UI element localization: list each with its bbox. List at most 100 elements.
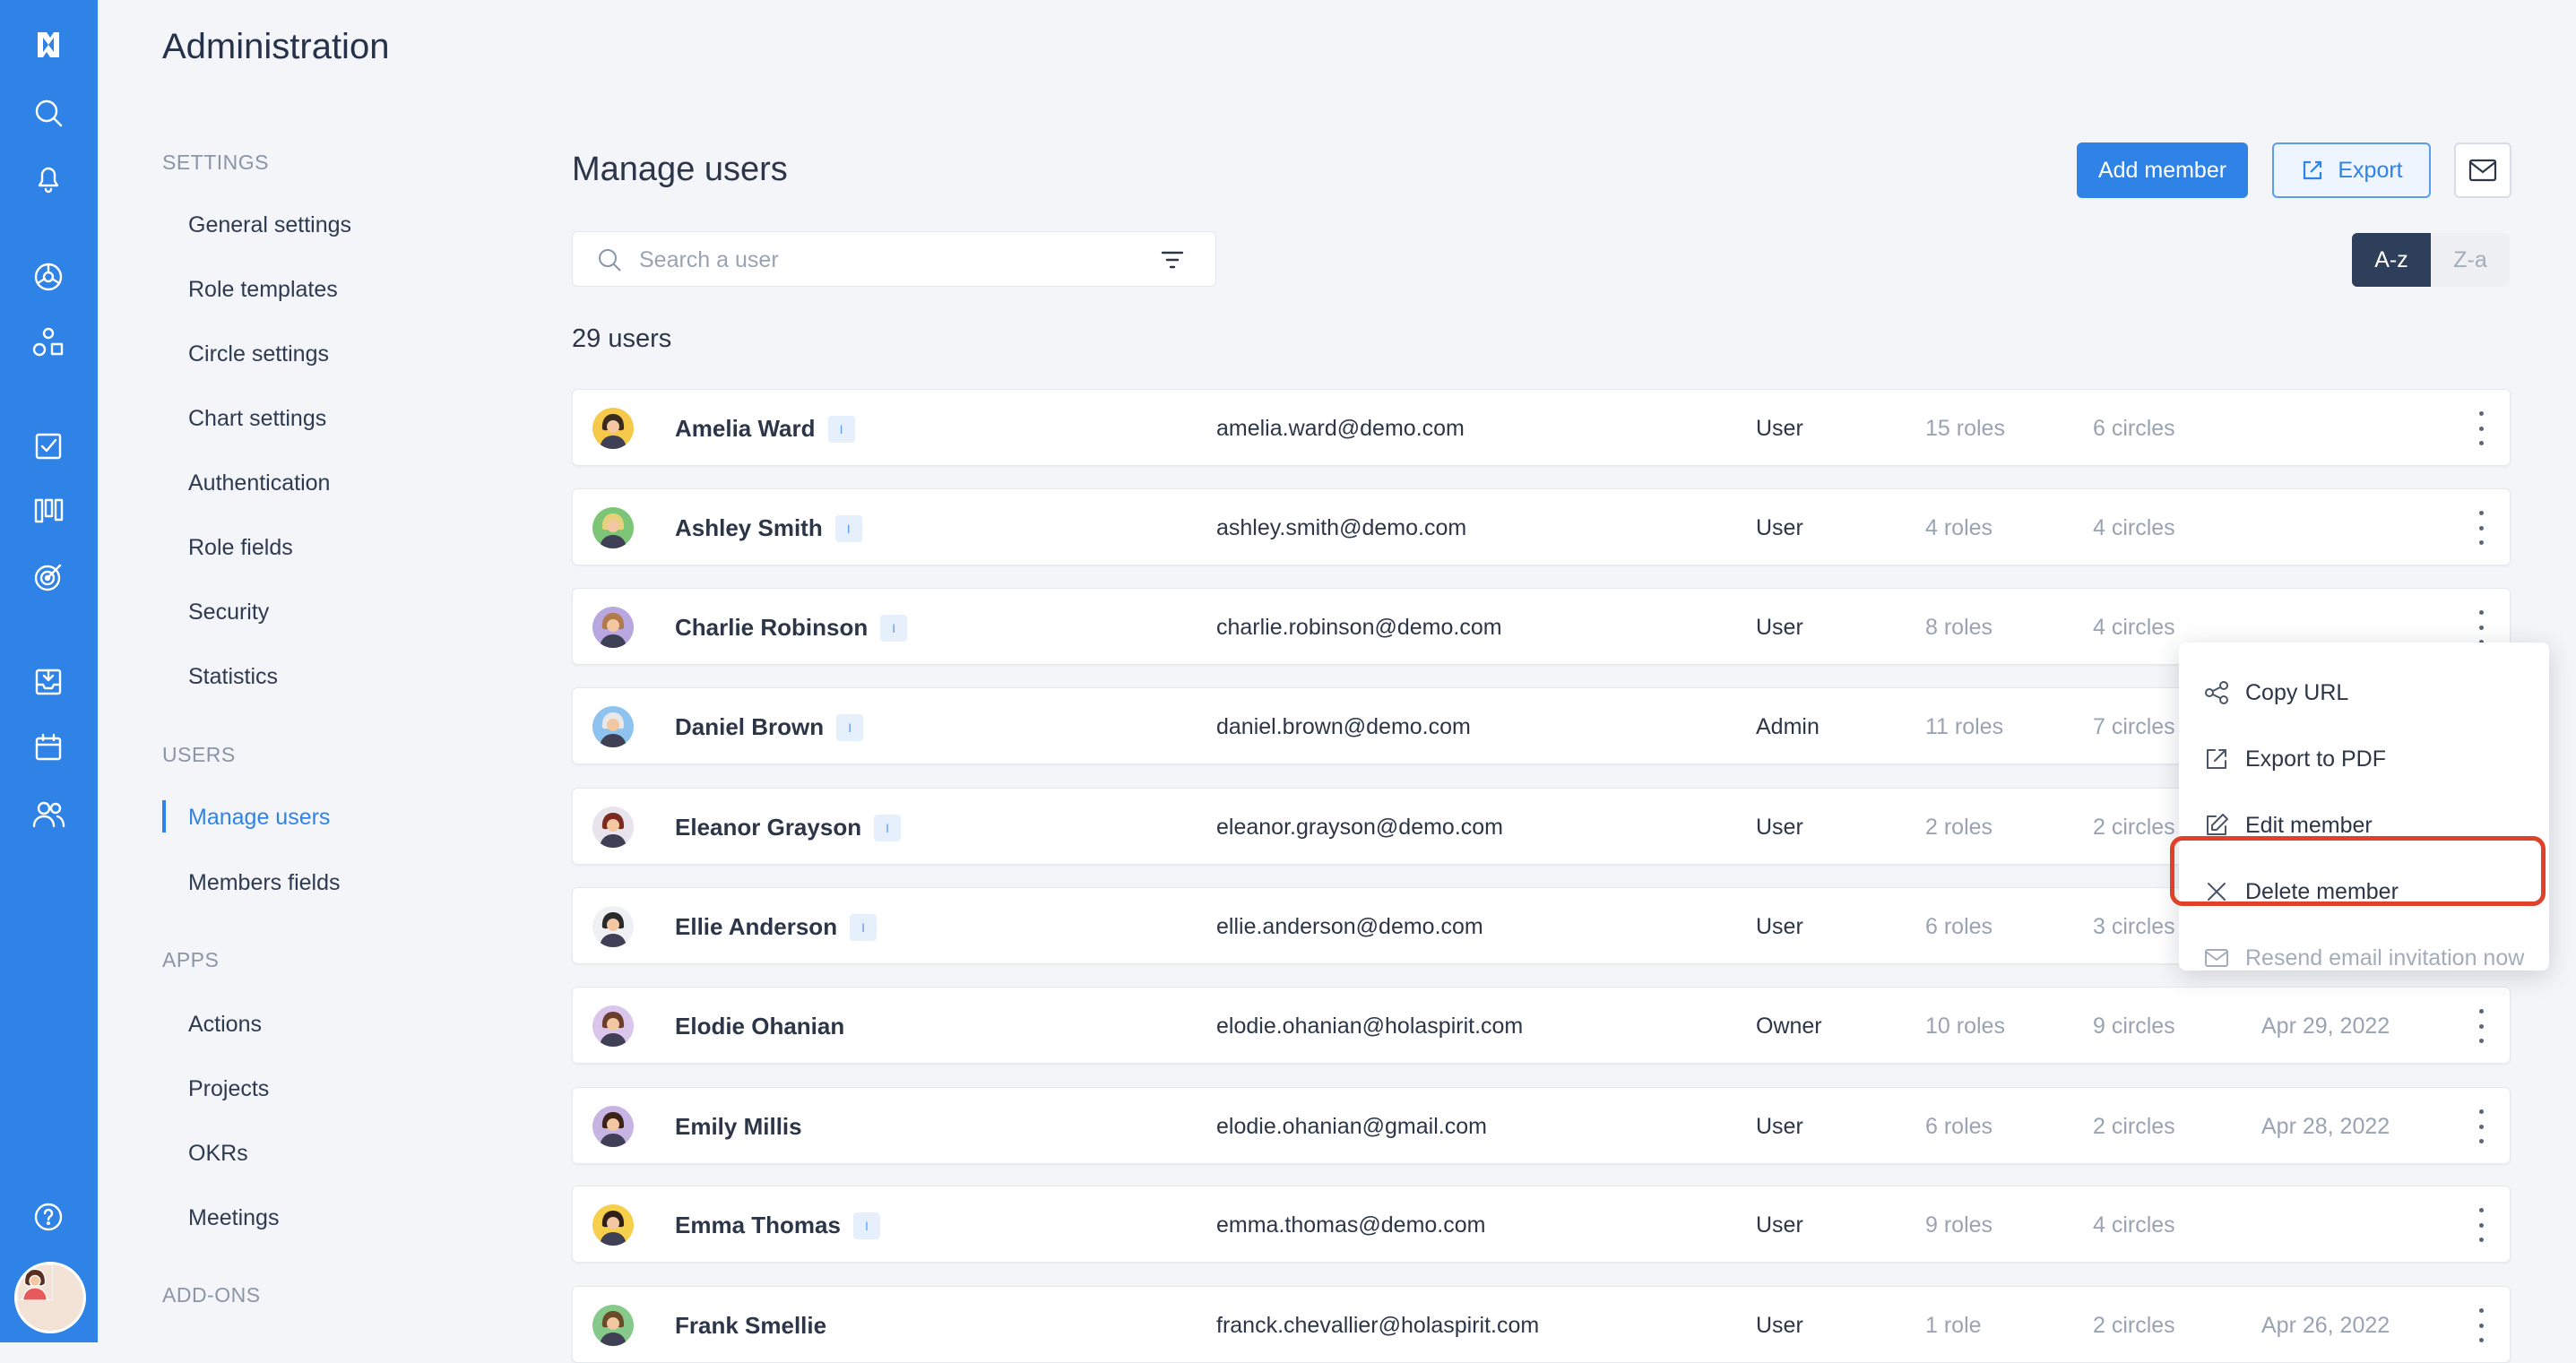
user-name[interactable]: Daniel Brown I — [675, 713, 864, 741]
calendar-icon[interactable] — [27, 726, 70, 769]
user-role: User — [1756, 515, 1803, 540]
user-name[interactable]: Eleanor Grayson I — [675, 814, 902, 841]
user-role: Admin — [1756, 714, 1820, 739]
user-roles-count: 15 roles — [1925, 416, 2005, 441]
delete-member-highlight — [2170, 836, 2546, 906]
target-icon[interactable] — [27, 556, 70, 599]
menu-item-label: Resend email invitation now — [2245, 945, 2525, 970]
more-options-icon[interactable] — [2476, 610, 2486, 644]
sort-za-button[interactable]: Z-a — [2431, 233, 2510, 287]
user-email: elodie.ohanian@gmail.com — [1216, 1114, 1487, 1139]
user-role: User — [1756, 1114, 1803, 1139]
more-options-icon[interactable] — [2476, 1109, 2486, 1143]
user-circles-count: 2 circles — [2093, 815, 2175, 840]
logo-icon[interactable] — [27, 23, 70, 66]
user-name[interactable]: Ellie Anderson I — [675, 913, 877, 941]
nav-item-circle-settings[interactable]: Circle settings — [188, 341, 329, 367]
nav-active-indicator — [162, 800, 166, 832]
add-member-button[interactable]: Add member — [2077, 142, 2248, 198]
menu-item-copy-url[interactable]: Copy URL — [2202, 675, 2348, 711]
sort-az-button[interactable]: A-z — [2352, 233, 2431, 287]
nav-item-actions[interactable]: Actions — [188, 1012, 262, 1038]
table-row[interactable]: Frank Smellie franck.chevallier@holaspiri… — [572, 1286, 2511, 1363]
export-button[interactable]: Export — [2272, 142, 2431, 198]
board-icon[interactable] — [27, 489, 70, 532]
menu-item-label: Edit member — [2245, 812, 2373, 838]
nav-item-projects[interactable]: Projects — [188, 1076, 269, 1102]
user-role: User — [1756, 416, 1803, 441]
user-name[interactable]: Emma Thomas I — [675, 1212, 880, 1239]
page-title: Administration — [162, 27, 390, 66]
nav-item-general-settings[interactable]: General settings — [188, 212, 351, 238]
user-roles-count: 9 roles — [1925, 1212, 1993, 1238]
nav-item-role-fields[interactable]: Role fields — [188, 535, 293, 561]
nav-item-authentication[interactable]: Authentication — [188, 470, 330, 496]
main-title: Manage users — [572, 151, 788, 188]
help-icon[interactable] — [27, 1195, 70, 1238]
inbox-icon[interactable] — [27, 660, 70, 703]
nav-item-okrs[interactable]: OKRs — [188, 1141, 248, 1167]
globe-icon[interactable] — [27, 255, 70, 298]
user-name[interactable]: Frank Smellie — [675, 1312, 826, 1340]
user-circles-count: 4 circles — [2093, 515, 2175, 540]
user-name-text: Daniel Brown — [675, 713, 825, 740]
more-options-icon[interactable] — [2476, 411, 2486, 445]
table-row[interactable]: Emma Thomas Iemma.thomas@demo.com User 9 ro… — [572, 1186, 2511, 1263]
nav-section-users: USERS — [162, 743, 236, 766]
invited-badge: I — [852, 1212, 880, 1239]
user-name-text: Charlie Robinson — [675, 614, 869, 641]
user-name[interactable]: Charlie Robinson I — [675, 614, 908, 642]
invited-badge: I — [874, 814, 902, 841]
user-name[interactable]: Ashley Smith I — [675, 514, 862, 542]
mail-button[interactable] — [2454, 142, 2511, 198]
user-name-text: Amelia Ward — [675, 415, 816, 442]
menu-item-label: Copy URL — [2245, 679, 2349, 705]
nav-item-manage-users[interactable]: Manage users — [188, 805, 330, 831]
bell-icon[interactable] — [27, 157, 70, 200]
checkbox-icon[interactable] — [27, 425, 70, 468]
nav-item-members-fields[interactable]: Members fields — [188, 870, 341, 896]
nav-item-meetings[interactable]: Meetings — [188, 1205, 279, 1231]
nav-item-chart-settings[interactable]: Chart settings — [188, 406, 326, 432]
external-link-icon — [2304, 160, 2322, 180]
menu-item-export-pdf[interactable]: Export to PDF — [2202, 741, 2386, 777]
invited-badge: I — [834, 514, 862, 542]
user-circles-count: 2 circles — [2093, 1114, 2175, 1139]
nav-item-security[interactable]: Security — [188, 600, 269, 625]
table-row[interactable]: Elodie Ohanian elodie.ohanian@holaspirit.… — [572, 987, 2511, 1064]
user-role: User — [1756, 1212, 1803, 1238]
user-name-text: Ellie Anderson — [675, 913, 838, 940]
table-row[interactable]: Amelia Ward Iamelia.ward@demo.com User 15 r… — [572, 389, 2511, 466]
more-options-icon[interactable] — [2476, 1208, 2486, 1242]
app-rail — [0, 0, 98, 1342]
more-options-icon[interactable] — [2476, 1308, 2486, 1342]
shapes-icon[interactable] — [27, 321, 70, 364]
people-icon[interactable] — [27, 792, 70, 835]
nav-section-settings: SETTINGS — [162, 151, 270, 174]
user-email: ellie.anderson@demo.com — [1216, 914, 1483, 939]
table-row[interactable]: Ashley Smith Iashley.smith@demo.com User 4 … — [572, 488, 2511, 565]
user-email: eleanor.grayson@demo.com — [1216, 815, 1503, 840]
share-icon — [2205, 681, 2228, 704]
more-options-icon[interactable] — [2476, 511, 2486, 545]
mail-icon — [2468, 159, 2497, 182]
user-email: elodie.ohanian@holaspirit.com — [1216, 1014, 1524, 1039]
user-name[interactable]: Emily Millis — [675, 1113, 802, 1141]
user-roles-count: 2 roles — [1925, 815, 1993, 840]
nav-item-statistics[interactable]: Statistics — [188, 664, 278, 690]
external-link-icon — [2207, 749, 2226, 769]
more-options-icon[interactable] — [2476, 1009, 2486, 1043]
mail-icon — [2205, 949, 2228, 967]
invited-badge: I — [850, 913, 877, 941]
table-row[interactable]: Emily Millis elodie.ohanian@gmail.com User… — [572, 1087, 2511, 1164]
nav-item-role-templates[interactable]: Role templates — [188, 277, 338, 303]
user-name[interactable]: Elodie Ohanian — [675, 1013, 844, 1040]
user-name[interactable]: Amelia Ward I — [675, 415, 855, 443]
invited-badge: I — [836, 713, 864, 741]
avatar[interactable] — [14, 1262, 86, 1333]
user-name-text: Elodie Ohanian — [675, 1013, 845, 1040]
user-date: Apr 29, 2022 — [2261, 1014, 2390, 1039]
filter-icon[interactable] — [1160, 248, 1185, 272]
search-icon[interactable] — [27, 91, 70, 134]
search-input[interactable] — [637, 232, 1143, 288]
